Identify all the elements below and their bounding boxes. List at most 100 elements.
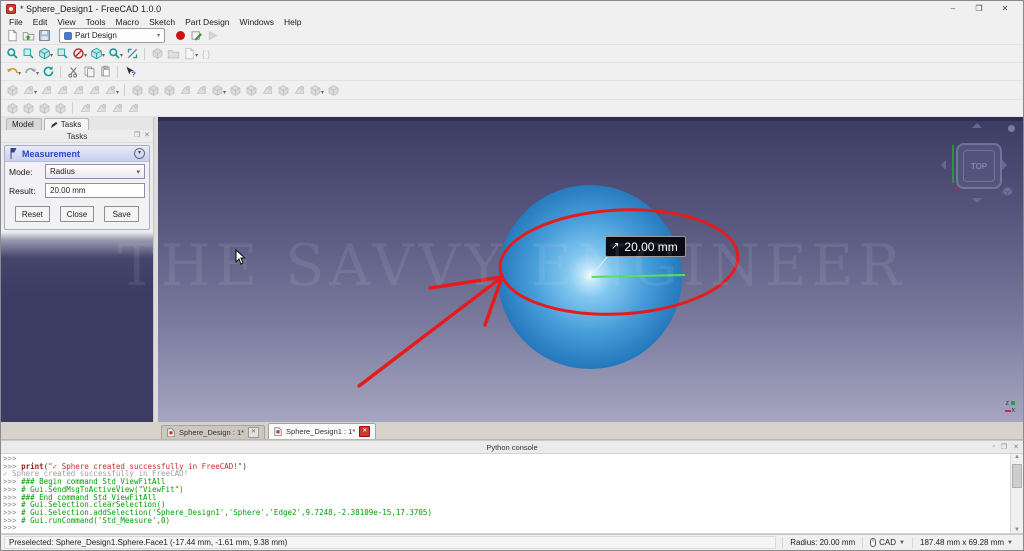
sync-view-icon[interactable]: [54, 46, 70, 61]
refresh-icon[interactable]: [40, 64, 56, 79]
navigation-cube[interactable]: TOP: [941, 123, 1015, 207]
tab-tasks[interactable]: Tasks: [43, 118, 90, 130]
left-dock-panel: Model Tasks Tasks ❐ ✕ Measurement ▾ Mode…: [1, 117, 153, 422]
subtractive-primitive-icon: [307, 83, 323, 98]
axis-z-dot: [1011, 401, 1015, 405]
menu-help[interactable]: Help: [279, 17, 306, 27]
draft-icon: [36, 101, 52, 116]
freecad-logo-icon: [6, 3, 16, 14]
save-file-icon[interactable]: [36, 28, 52, 43]
new-file-icon[interactable]: [4, 28, 20, 43]
menu-macro[interactable]: Macro: [110, 17, 144, 27]
maximize-button[interactable]: ❐: [966, 2, 992, 16]
view-dimensions[interactable]: 187.48 mm x 69.28 mm ▼: [912, 537, 1020, 548]
chevron-down-icon: ▾: [156, 33, 160, 39]
tab-model[interactable]: Model: [6, 118, 42, 130]
document-tab[interactable]: Sphere_Design : 1* ✕: [161, 425, 266, 439]
save-button[interactable]: Save: [104, 206, 140, 222]
fit-all-icon[interactable]: [4, 46, 20, 61]
tasks-pen-icon: [50, 121, 58, 128]
nav-rotate-down-icon[interactable]: [972, 198, 982, 203]
nav-minicube-icon[interactable]: [1002, 186, 1013, 197]
console-dock-icon[interactable]: ▫: [992, 443, 994, 451]
macro-edit-icon[interactable]: [188, 28, 204, 43]
menu-view[interactable]: View: [52, 17, 80, 27]
red-arrow-shaft: [357, 275, 504, 388]
additive-helix-icon: [193, 83, 209, 98]
menu-tools[interactable]: Tools: [81, 17, 111, 27]
window-title: * Sphere_Design1 - FreeCAD 1.0.0: [20, 3, 162, 14]
pad-icon: [129, 83, 145, 98]
whats-this-icon[interactable]: ?: [122, 64, 138, 79]
nav-cube-top-face[interactable]: TOP: [956, 143, 1002, 189]
tab-close-icon[interactable]: ✕: [248, 427, 260, 438]
result-input[interactable]: 20.00 mm: [45, 183, 145, 198]
expression-brackets-icon: { }: [199, 46, 215, 61]
reset-button[interactable]: Reset: [15, 206, 50, 222]
scroll-thumb[interactable]: [1012, 464, 1022, 488]
copy-icon[interactable]: [81, 64, 97, 79]
dock-close-icon[interactable]: ✕: [144, 131, 150, 139]
shape-binder-icon: [86, 83, 102, 98]
tab-model-label: Model: [12, 120, 34, 129]
menu-part-design[interactable]: Part Design: [180, 17, 234, 27]
multitransform-icon: [125, 101, 141, 116]
menu-windows[interactable]: Windows: [235, 17, 279, 27]
nav-rotate-up-icon[interactable]: [972, 123, 982, 128]
toolbar-view: ▾ ▾ ▾ ▾ ▾{ }: [1, 45, 1023, 63]
dock-float-icon[interactable]: ❐: [134, 131, 140, 139]
minimize-button[interactable]: –: [940, 2, 966, 16]
python-console[interactable]: >>> >>> print("✓ Sphere created successf…: [1, 454, 1023, 534]
open-file-icon[interactable]: [20, 28, 36, 43]
dropdown-arrow-icon[interactable]: ▾: [102, 52, 105, 59]
macro-record-icon[interactable]: [172, 28, 188, 43]
fit-selection-icon[interactable]: [20, 46, 36, 61]
scroll-up-icon[interactable]: ▲: [1014, 454, 1020, 460]
mode-label: Mode:: [9, 166, 33, 177]
chevron-down-icon: ▾: [136, 168, 140, 176]
nav-style-selector[interactable]: CAD ▼: [862, 537, 912, 548]
dropdown-arrow-icon[interactable]: ▾: [36, 70, 39, 77]
dropdown-arrow-icon[interactable]: ▾: [18, 70, 21, 77]
red-arrow-barb-upper: [428, 275, 504, 290]
scroll-down-icon[interactable]: ▼: [1014, 527, 1020, 533]
axis-x-label: x: [1011, 407, 1016, 414]
console-scrollbar[interactable]: ▲ ▼: [1010, 454, 1023, 533]
nav-rotate-left-icon[interactable]: [941, 160, 946, 170]
3d-viewport[interactable]: ↗ 20.00 mm TOP z x: [158, 117, 1023, 422]
console-float-icon[interactable]: ❐: [1001, 443, 1007, 451]
python-console-header[interactable]: Python console ▫ ❐ ✕: [1, 440, 1023, 454]
paste-icon[interactable]: [97, 64, 113, 79]
additive-pipe-icon: [177, 83, 193, 98]
nav-dot-icon[interactable]: [1008, 125, 1015, 132]
close-button[interactable]: ✕: [992, 2, 1018, 16]
measure-icon[interactable]: [124, 46, 140, 61]
cut-icon[interactable]: [65, 64, 81, 79]
sphere-model[interactable]: [498, 185, 682, 369]
workbench-selector[interactable]: Part Design ▾: [59, 28, 165, 43]
document-icon: [274, 426, 282, 437]
close-measure-button[interactable]: Close: [59, 206, 95, 222]
menu-file[interactable]: File: [4, 17, 28, 27]
document-tab[interactable]: Sphere_Design1 : 1* ✕: [268, 423, 377, 439]
console-lines: >>> >>> print("✓ Sphere created successf…: [3, 455, 1010, 533]
dropdown-arrow-icon[interactable]: ▾: [120, 52, 123, 59]
polar-pattern-icon: [109, 101, 125, 116]
mouse-cursor: [235, 249, 247, 265]
dropdown-arrow-icon[interactable]: ▾: [50, 52, 53, 59]
menu-edit[interactable]: Edit: [28, 17, 53, 27]
toolbar-separator: [117, 65, 119, 78]
toolbar-separator: [124, 84, 126, 96]
dropdown-arrow-icon[interactable]: ▾: [84, 52, 87, 59]
collapse-icon[interactable]: ▾: [134, 148, 145, 159]
menu-sketch[interactable]: Sketch: [144, 17, 180, 27]
thickness-icon: [52, 101, 68, 116]
console-line: >>> # Gui.runCommand('Std_Measure',0): [3, 515, 171, 525]
console-close-icon[interactable]: ✕: [1013, 443, 1019, 451]
mode-select[interactable]: Radius ▾: [45, 164, 145, 179]
tab-close-icon[interactable]: ✕: [359, 426, 371, 437]
freecad-window: * Sphere_Design1 - FreeCAD 1.0.0 – ❐ ✕ F…: [0, 0, 1024, 551]
subtractive-pipe-icon: [291, 83, 307, 98]
measurement-value-label[interactable]: ↗ 20.00 mm: [605, 236, 686, 257]
nav-rotate-right-icon[interactable]: [1002, 160, 1007, 170]
